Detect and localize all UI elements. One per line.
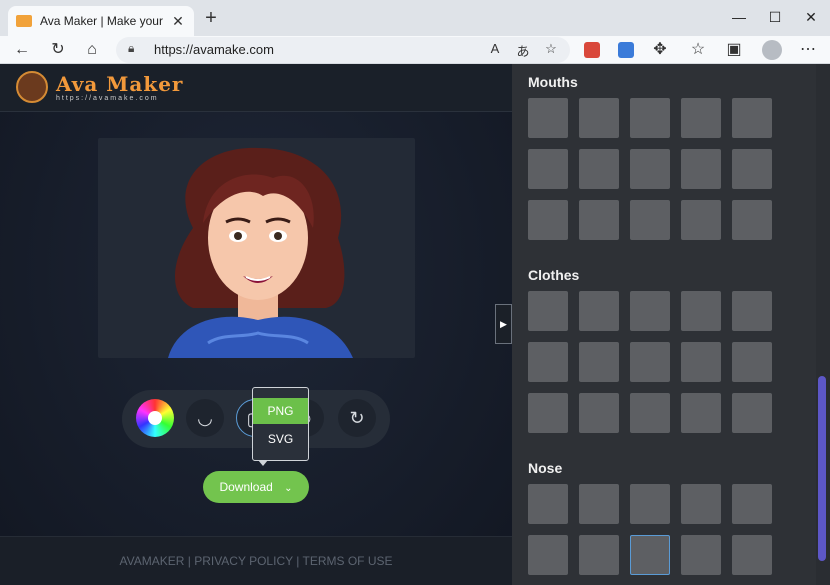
swatch-mouths-1[interactable] [579, 98, 619, 138]
swatch-clothes-14[interactable] [732, 393, 772, 433]
swatch-nose-5[interactable] [528, 535, 568, 575]
browser-tab[interactable]: Ava Maker | Make your own avat ✕ [8, 6, 194, 36]
swatch-mouths-4[interactable] [732, 98, 772, 138]
more-menu-icon[interactable]: ⋯ [796, 38, 820, 62]
swatch-mouths-6[interactable] [579, 149, 619, 189]
lock-icon: 🔒︎ [128, 41, 135, 55]
url-text: https://avamake.com [154, 42, 274, 57]
swatch-mouths-10[interactable] [528, 200, 568, 240]
swatch-clothes-6[interactable] [579, 342, 619, 382]
page: Ava Maker https://avamake.com ◡ ↻ PNG SV… [0, 64, 830, 585]
address-bar[interactable]: 🔒︎ https://avamake.com A あ ☆ [116, 37, 570, 63]
new-tab-button[interactable]: + [200, 8, 222, 30]
swatch-clothes-2[interactable] [630, 291, 670, 331]
swatch-mouths-3[interactable] [681, 98, 721, 138]
swatch-mouths-13[interactable] [681, 200, 721, 240]
swatch-mouths-11[interactable] [579, 200, 619, 240]
swatch-clothes-0[interactable] [528, 291, 568, 331]
browser-tabbar: Ava Maker | Make your own avat ✕ + — ☐ ✕ [0, 0, 830, 36]
browser-toolbar: ← ↻ ⌂ 🔒︎ https://avamake.com A あ ☆ ✥ ☆ ▣… [0, 36, 830, 64]
swatch-clothes-1[interactable] [579, 291, 619, 331]
favorites-icon[interactable]: ☆ [686, 38, 710, 62]
scroll-thumb[interactable] [818, 376, 826, 561]
swatch-clothes-9[interactable] [732, 342, 772, 382]
swatch-nose-1[interactable] [579, 484, 619, 524]
swatch-mouths-5[interactable] [528, 149, 568, 189]
avatar-canvas [98, 138, 415, 358]
footer-separator: | [187, 554, 191, 568]
site-footer: AVAMAKER | PRIVACY POLICY | TERMS OF USE [0, 536, 512, 585]
download-button-label: Download [219, 480, 273, 494]
refresh-icon[interactable]: ↻ [46, 38, 70, 62]
swatch-nose-7[interactable] [630, 535, 670, 575]
swatch-mouths-9[interactable] [732, 149, 772, 189]
swatch-clothes-4[interactable] [732, 291, 772, 331]
logo-avatar[interactable] [16, 71, 48, 103]
menu-pointer [258, 460, 268, 466]
swatch-clothes-3[interactable] [681, 291, 721, 331]
maximize-button[interactable]: ☐ [760, 6, 790, 28]
parts-panel: Mouths Clothes Nose [512, 64, 830, 585]
tab-title: Ava Maker | Make your own avat [40, 14, 164, 28]
swatch-nose-9[interactable] [732, 535, 772, 575]
format-option-svg[interactable]: SVG [253, 426, 308, 452]
swatch-mouths-14[interactable] [732, 200, 772, 240]
download-button[interactable]: Download ⌄ [203, 471, 309, 503]
read-aloud-icon[interactable]: A [486, 41, 504, 56]
swatch-mouths-0[interactable] [528, 98, 568, 138]
swatch-nose-3[interactable] [681, 484, 721, 524]
footer-link-privacy[interactable]: PRIVACY POLICY [194, 554, 293, 568]
tab-favicon-icon [16, 15, 32, 27]
swatch-nose-6[interactable] [579, 535, 619, 575]
swatch-mouths-7[interactable] [630, 149, 670, 189]
footer-link-terms[interactable]: TERMS OF USE [303, 554, 393, 568]
swatch-mouths-12[interactable] [630, 200, 670, 240]
swatch-nose-0[interactable] [528, 484, 568, 524]
footer-link-avamaker[interactable]: AVAMAKER [119, 554, 184, 568]
profile-avatar[interactable] [762, 40, 782, 60]
close-window-button[interactable]: ✕ [796, 6, 826, 28]
translate-icon[interactable]: あ [514, 41, 532, 60]
panel-toggle-button[interactable]: ▶ [495, 304, 512, 344]
collections-icon[interactable]: ▣ [722, 38, 746, 62]
chevron-down-icon: ⌄ [284, 483, 293, 494]
download-format-menu: PNG SVG [252, 387, 309, 461]
home-icon[interactable]: ⌂ [80, 38, 104, 62]
extension-translate-icon[interactable] [618, 42, 634, 58]
editor-area: Ava Maker https://avamake.com ◡ ↻ PNG SV… [0, 64, 512, 585]
section-title-clothes: Clothes [528, 267, 580, 283]
swatch-clothes-5[interactable] [528, 342, 568, 382]
swatch-mouths-2[interactable] [630, 98, 670, 138]
swatch-clothes-7[interactable] [630, 342, 670, 382]
shirt-icon[interactable]: ◡ [186, 399, 224, 437]
format-option-png[interactable]: PNG [253, 398, 308, 424]
site-header: Ava Maker https://avamake.com [0, 64, 512, 112]
swatch-clothes-8[interactable] [681, 342, 721, 382]
minimize-button[interactable]: — [724, 6, 754, 28]
swatch-nose-8[interactable] [681, 535, 721, 575]
logo-subtitle: https://avamake.com [56, 95, 159, 102]
favorite-star-icon[interactable]: ☆ [542, 41, 560, 57]
extensions-puzzle-icon[interactable]: ✥ [648, 38, 672, 62]
avatar-illustration [168, 147, 353, 358]
section-title-mouths: Mouths [528, 74, 578, 90]
section-title-nose: Nose [528, 460, 563, 476]
back-arrow-icon[interactable]: ← [10, 38, 34, 62]
tab-close-icon[interactable]: ✕ [170, 13, 186, 30]
swatch-clothes-10[interactable] [528, 393, 568, 433]
swatch-clothes-11[interactable] [579, 393, 619, 433]
swatch-mouths-8[interactable] [681, 149, 721, 189]
swatch-nose-2[interactable] [630, 484, 670, 524]
logo-title[interactable]: Ava Maker [56, 72, 183, 96]
color-wheel-icon[interactable] [136, 399, 174, 437]
footer-separator: | [296, 554, 300, 568]
swatch-clothes-13[interactable] [681, 393, 721, 433]
reset-icon[interactable]: ↻ [338, 399, 376, 437]
swatch-nose-4[interactable] [732, 484, 772, 524]
swatch-clothes-12[interactable] [630, 393, 670, 433]
extension-red-icon[interactable] [584, 42, 600, 58]
panel-scrollbar[interactable] [816, 64, 830, 585]
